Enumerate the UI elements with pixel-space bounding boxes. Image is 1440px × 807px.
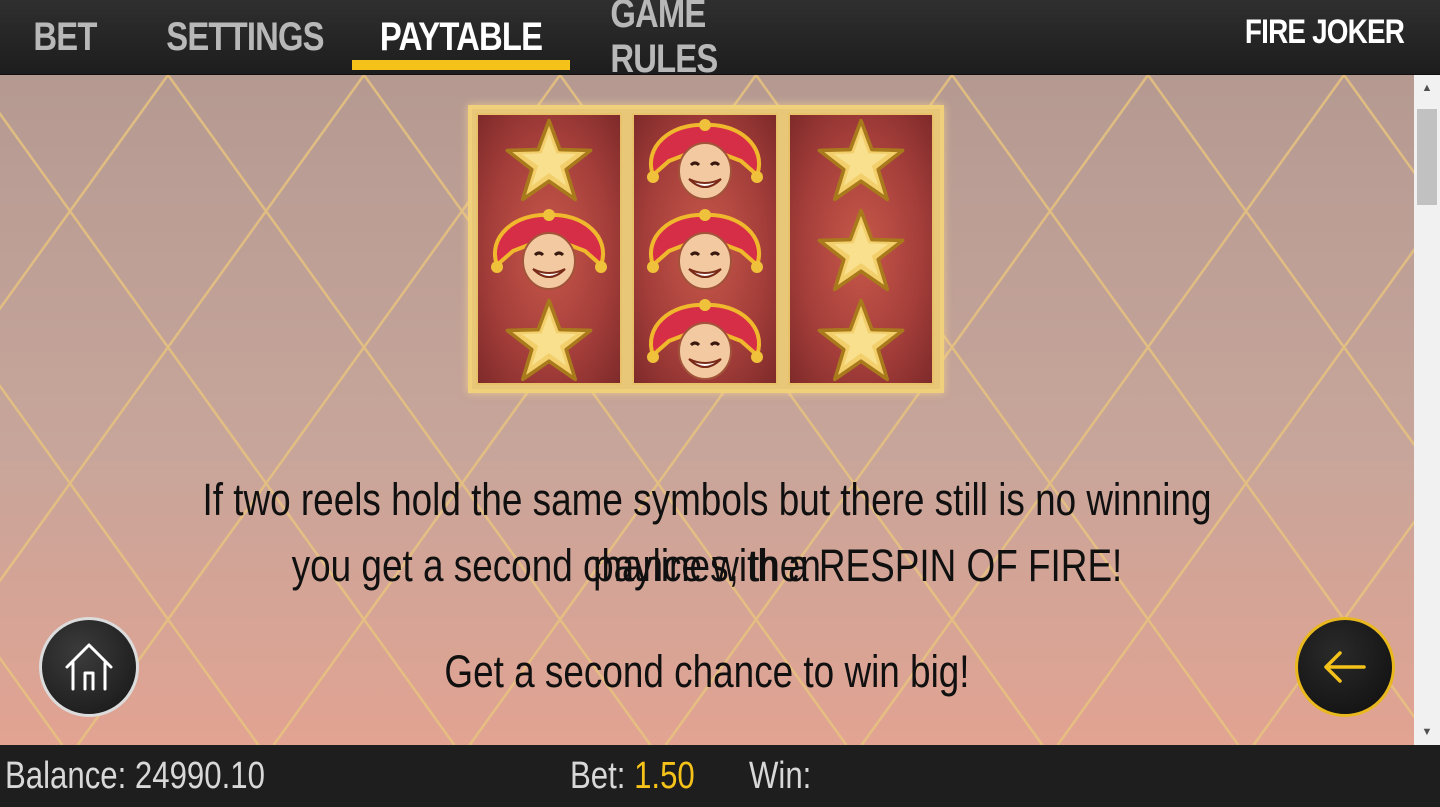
status-bar: Balance: 24990.10 Bet: 1.50 Win:	[0, 745, 1440, 807]
reel-1	[476, 113, 622, 385]
back-button[interactable]	[1295, 617, 1395, 717]
tab-game-rules[interactable]: GAME RULES	[610, 0, 795, 81]
respin-description-line-2: you get a second chance with a RESPIN OF…	[291, 540, 1123, 591]
joker-symbol-icon	[478, 205, 620, 295]
active-tab-indicator	[352, 60, 570, 70]
scroll-down-arrow-icon[interactable]: ▼	[1414, 719, 1440, 745]
top-nav: BET SETTINGS PAYTABLE GAME RULES FIRE JO…	[0, 0, 1440, 81]
paytable-content: If two reels hold the same symbols but t…	[0, 75, 1414, 745]
reel-3	[788, 113, 934, 385]
joker-symbol-icon	[634, 205, 776, 295]
star-symbol-icon	[478, 115, 620, 205]
balance-display: Balance: 24990.10	[5, 745, 265, 807]
star-symbol-icon	[478, 295, 620, 385]
arrow-left-icon	[1324, 651, 1366, 683]
win-label: Win:	[749, 754, 812, 797]
scroll-thumb[interactable]	[1417, 109, 1437, 205]
bet-value: 1.50	[634, 754, 695, 797]
star-symbol-icon	[790, 115, 932, 205]
joker-symbol-icon	[634, 295, 776, 385]
win-display: Win:	[749, 745, 820, 807]
home-button[interactable]	[39, 617, 139, 717]
scrollbar[interactable]: ▲ ▼	[1414, 75, 1440, 745]
bet-display: Bet: 1.50	[570, 745, 695, 807]
scroll-up-arrow-icon[interactable]: ▲	[1414, 75, 1440, 101]
tab-bet[interactable]: BET	[28, 0, 102, 74]
star-symbol-icon	[790, 205, 932, 295]
home-icon	[65, 643, 113, 691]
reel-2	[632, 113, 778, 385]
tab-settings[interactable]: SETTINGS	[166, 0, 324, 74]
reel-window	[468, 105, 944, 393]
bet-label: Bet:	[570, 754, 626, 797]
joker-symbol-icon	[634, 115, 776, 205]
balance-value: 24990.10	[134, 754, 265, 797]
tagline: Get a second chance to win big!	[444, 646, 970, 697]
game-title: FIRE JOKER	[1244, 12, 1405, 51]
star-symbol-icon	[790, 295, 932, 385]
balance-label: Balance:	[5, 754, 127, 797]
